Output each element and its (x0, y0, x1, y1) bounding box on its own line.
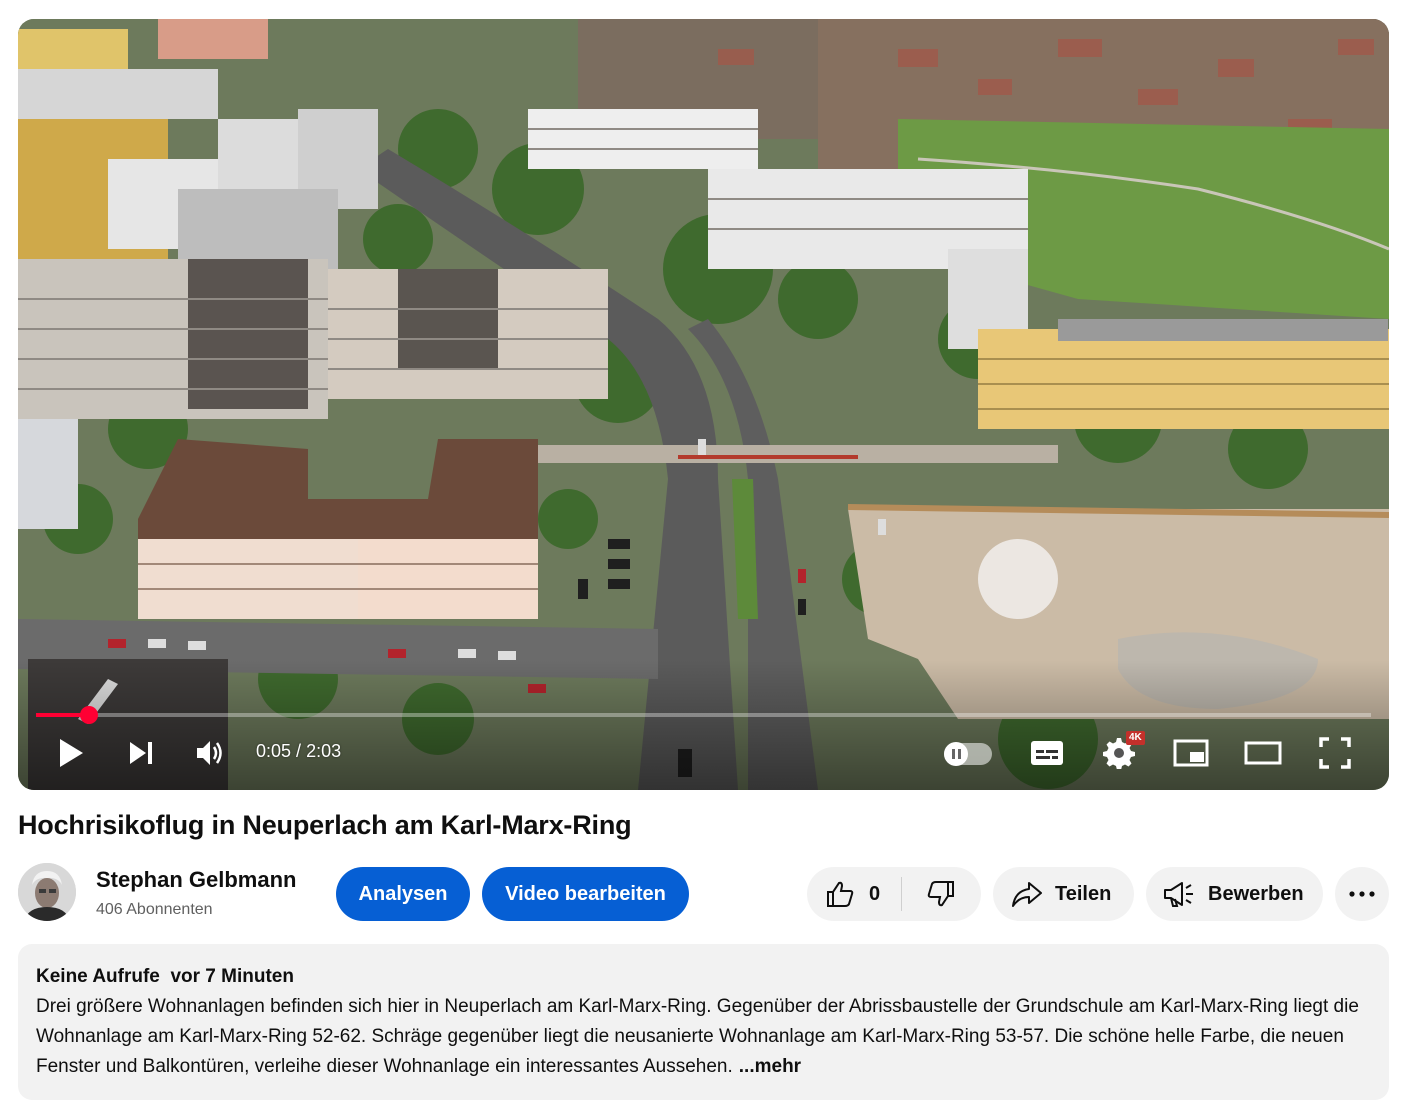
subscriber-count: 406 Abonnenten (96, 901, 213, 918)
megaphone-icon (1164, 882, 1193, 907)
promote-label: Bewerben (1208, 882, 1304, 905)
description-box[interactable]: Keine Aufrufe vor 7 Minuten Drei größere… (18, 944, 1389, 1100)
thumbs-down-icon (927, 881, 954, 907)
volume-icon (197, 741, 222, 765)
dislike-button[interactable] (902, 867, 980, 921)
description-meta: Keine Aufrufe vor 7 Minuten (36, 964, 1371, 990)
time-display: 0:05 / 2:03 (256, 741, 341, 762)
like-dislike-group: 0 (807, 867, 981, 921)
theater-mode-button[interactable] (1240, 729, 1286, 777)
analytics-button[interactable]: Analysen (336, 867, 470, 921)
show-more-button[interactable]: ...mehr (739, 1056, 801, 1077)
like-button[interactable]: 0 (807, 867, 901, 921)
play-icon (60, 739, 83, 767)
video-title: Hochrisikoflug in Neuperlach am Karl-Mar… (18, 810, 632, 840)
duration: 2:03 (306, 741, 342, 761)
description-text: Drei größere Wohnanlagen befinden sich h… (36, 996, 1359, 1077)
progress-bar[interactable] (36, 706, 1371, 724)
avatar-image (18, 863, 76, 921)
autoplay-toggle[interactable] (944, 742, 992, 766)
channel-name[interactable]: Stephan Gelbmann (96, 867, 296, 893)
more-actions-button[interactable] (1335, 867, 1389, 921)
volume-button[interactable] (188, 729, 234, 777)
like-count: 0 (869, 882, 881, 905)
subtitles-button[interactable] (1024, 729, 1070, 777)
fullscreen-icon (1319, 737, 1351, 769)
view-count: Keine Aufrufe (36, 966, 160, 987)
channel-avatar[interactable] (18, 863, 76, 921)
quality-badge: 4K (1126, 731, 1145, 745)
upload-age: vor 7 Minuten (170, 966, 294, 987)
miniplayer-button[interactable] (1168, 729, 1214, 777)
description-body: Drei größere Wohnanlagen befinden sich h… (36, 992, 1371, 1082)
video-player[interactable]: 0:05 / 2:03 4K (18, 19, 1389, 790)
current-time: 0:05 (256, 741, 292, 761)
edit-video-button[interactable]: Video bearbeiten (482, 867, 689, 921)
share-button[interactable]: Teilen (993, 867, 1134, 921)
time-separator: / (291, 741, 307, 761)
thumbs-up-icon (827, 881, 854, 907)
promote-button[interactable]: Bewerben (1146, 867, 1323, 921)
fullscreen-button[interactable] (1312, 729, 1358, 777)
share-arrow-icon (1012, 882, 1042, 907)
next-button[interactable] (118, 729, 164, 777)
share-label: Teilen (1055, 882, 1112, 905)
more-dots-icon (1349, 891, 1375, 897)
play-button[interactable] (48, 729, 94, 777)
miniplayer-icon (1173, 739, 1209, 767)
subtitles-icon (1031, 741, 1063, 765)
pause-icon (944, 742, 968, 766)
next-icon (130, 742, 152, 764)
theater-mode-icon (1244, 741, 1282, 765)
